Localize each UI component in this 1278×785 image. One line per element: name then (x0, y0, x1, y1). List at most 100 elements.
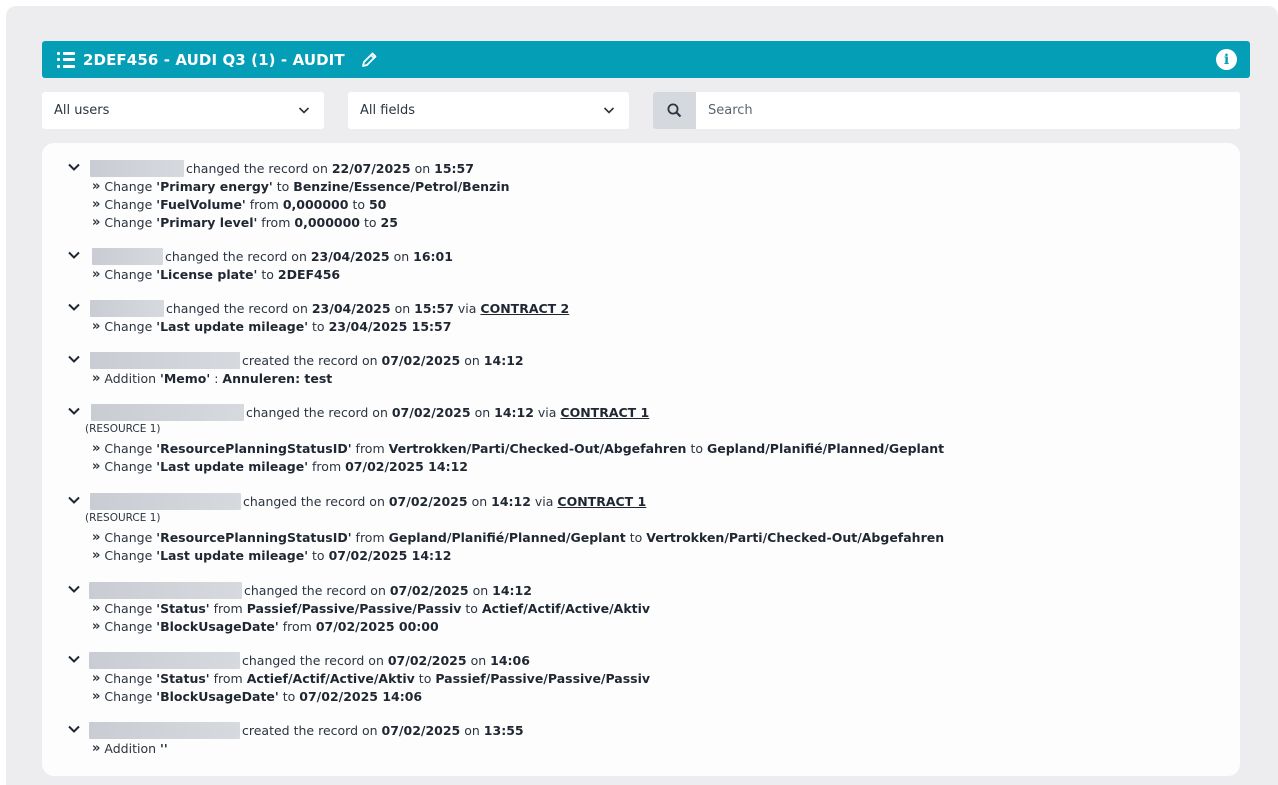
resource-label: (RESOURCE 1) (85, 512, 161, 524)
contract-link[interactable]: CONTRACT 2 (480, 301, 569, 316)
chevron-down-icon[interactable] (67, 582, 81, 596)
change-value: Vertrokken/Parti/Checked-Out/Abgefahren (388, 440, 687, 456)
entry-action: created the record on (242, 722, 378, 738)
change-conj: : (214, 370, 219, 386)
change-conj: to (690, 440, 703, 456)
change-line: » Change 'Primary level' from 0,000000 to… (92, 213, 398, 231)
change-conj: to (276, 178, 290, 194)
change-value: 07/02/2025 00:00 (315, 618, 439, 634)
redacted-user-name (90, 299, 164, 317)
chevron-down-icon[interactable] (67, 652, 81, 666)
change-value: Gepland/Planifié/Planned/Geplant (706, 440, 945, 456)
pencil-icon[interactable] (361, 51, 378, 68)
change-conj: to (261, 266, 274, 282)
change-conj: to (364, 214, 377, 230)
change-line: » Change 'Status' from Actief/Actif/Activ… (92, 669, 650, 687)
entry-on: on (474, 404, 491, 420)
double-chevron-right-icon: » (92, 547, 101, 563)
chevron-down-icon (603, 107, 615, 114)
change-line: » Change 'BlockUsageDate' from 07/02/2025… (92, 617, 439, 635)
change-prefix: Change (104, 214, 153, 230)
change-value: 07/02/2025 14:12 (345, 458, 468, 474)
info-icon[interactable]: i (1216, 49, 1237, 70)
users-select-value: All users (54, 103, 110, 118)
double-chevron-right-icon: » (92, 440, 101, 456)
chevron-down-icon[interactable] (67, 160, 81, 174)
change-line: » Change 'BlockUsageDate' to 07/02/2025 1… (92, 687, 422, 705)
users-select[interactable]: All users (42, 92, 324, 129)
chevron-down-icon[interactable] (67, 352, 81, 366)
entry-date: 07/02/2025 (391, 404, 471, 420)
fields-select[interactable]: All fields (348, 92, 629, 129)
audit-log-panel: changed the record on 22/07/2025 on 15:5… (42, 143, 1240, 776)
resource-label: (RESOURCE 1) (85, 423, 161, 435)
change-field: 'Status' (156, 600, 210, 616)
double-chevron-right-icon: » (92, 318, 101, 334)
chevron-down-icon[interactable] (67, 722, 81, 736)
contract-link[interactable]: CONTRACT 1 (557, 494, 646, 509)
entry-date: 07/02/2025 (388, 493, 468, 509)
change-conj: from (312, 458, 342, 474)
fields-select-value: All fields (360, 103, 416, 118)
entry-on: on (464, 352, 480, 368)
change-prefix: Change (104, 196, 153, 212)
change-prefix: Change (104, 618, 153, 634)
redacted-user-name (89, 721, 240, 739)
change-value: 25 (380, 214, 398, 230)
search-input[interactable] (696, 92, 1240, 129)
change-conj: to (312, 547, 325, 563)
change-conj: from (261, 214, 291, 230)
chevron-down-icon[interactable] (67, 300, 81, 314)
change-conj: from (282, 618, 312, 634)
contract-link[interactable]: CONTRACT 1 (560, 405, 649, 420)
entry-action: changed the record on (244, 582, 386, 598)
page-title: 2DEF456 - AUDI Q3 (1) - AUDIT (83, 50, 345, 69)
change-field: '' (160, 740, 168, 756)
chevron-down-icon[interactable] (67, 404, 81, 418)
change-line: » Change 'FuelVolume' from 0,000000 to 50 (92, 195, 386, 213)
change-prefix: Change (104, 266, 153, 282)
change-prefix: Change (104, 600, 153, 616)
chevron-down-icon[interactable] (67, 493, 81, 507)
change-line: » Change 'Last update mileage' to 23/04/2… (92, 317, 451, 335)
change-field: 'BlockUsageDate' (156, 618, 279, 634)
entry-date: 23/04/2025 (310, 248, 390, 264)
change-line: » Change 'Last update mileage' to 07/02/2… (92, 546, 451, 564)
entry-on: on (464, 722, 480, 738)
change-conj: from (249, 196, 279, 212)
double-chevron-right-icon: » (92, 618, 101, 634)
double-chevron-right-icon: » (92, 670, 101, 686)
change-line: » Addition 'Memo' : Annuleren: test (92, 369, 332, 387)
change-field: 'BlockUsageDate' (156, 688, 279, 704)
change-line: » Change 'ResourcePlanningStatusID' from … (92, 439, 944, 457)
change-field: 'Primary level' (156, 214, 258, 230)
change-value: Actief/Actif/Active/Aktiv (246, 670, 415, 686)
search-icon (667, 103, 682, 118)
change-line: » Change 'Last update mileage' from 07/02… (92, 457, 468, 475)
change-line: » Change 'License plate' to 2DEF456 (92, 265, 340, 283)
entry-via: via (537, 404, 557, 420)
change-field: 'Memo' (160, 370, 211, 386)
chevron-down-icon[interactable] (67, 248, 81, 262)
double-chevron-right-icon: » (92, 458, 101, 474)
entry-action: changed the record on (243, 493, 385, 509)
change-prefix: Change (104, 547, 153, 563)
entry-via: via (457, 300, 477, 316)
entry-action: changed the record on (242, 652, 384, 668)
redacted-user-name (92, 247, 163, 265)
change-conj: to (312, 318, 325, 334)
change-field: 'Last update mileage' (156, 458, 309, 474)
entry-date: 07/02/2025 (389, 582, 469, 598)
change-field: 'FuelVolume' (156, 196, 246, 212)
change-value: Annuleren: test (222, 370, 333, 386)
change-value: 50 (368, 196, 387, 212)
redacted-user-name (90, 351, 240, 369)
redacted-user-name (90, 159, 184, 177)
entry-action: changed the record on (166, 300, 308, 316)
change-conj: from (213, 600, 243, 616)
change-prefix: Change (104, 529, 153, 545)
double-chevron-right-icon: » (92, 196, 101, 212)
search-button[interactable] (653, 92, 696, 129)
entry-on: on (414, 160, 431, 176)
change-value: 07/02/2025 14:06 (299, 688, 423, 704)
